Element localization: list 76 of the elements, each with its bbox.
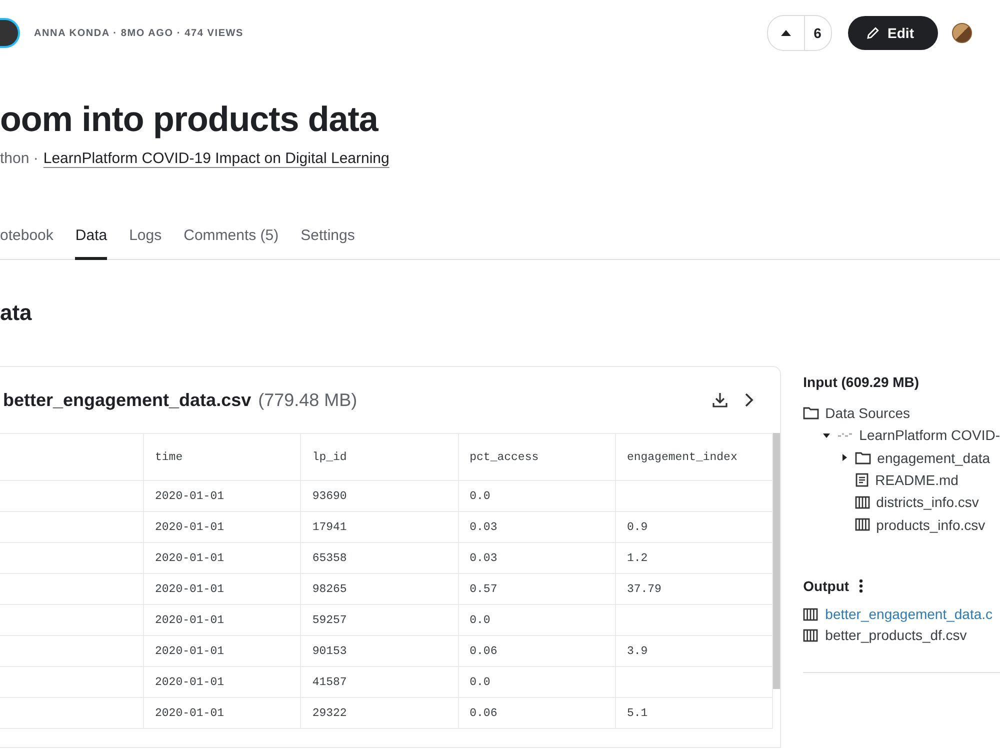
user-avatar[interactable] [952,23,972,43]
tree-item[interactable]: products_info.csv [876,516,986,533]
vote-count: 6 [812,25,822,41]
table-icon [855,496,870,509]
notebook-meta: ANNA KONDA · 8MO AGO · 474 VIEWS [34,28,245,38]
column-header: engagement_index [615,434,773,480]
tab[interactable]: Logs [129,219,162,260]
input-title: Input (609.29 MB) [803,374,920,390]
table-cell: 3.9 [615,636,773,666]
table-cell: 2020-01-01 [144,604,301,636]
file-size: (779.48 MB) [258,390,358,410]
column-header: lp_id [300,434,458,480]
table-cell: 0.57 [458,574,616,604]
table-icon [803,628,818,642]
author-avatar[interactable] [0,18,20,48]
output-file[interactable]: better_products_df.csv [803,624,1000,646]
dataset-link[interactable]: LearnPlatform COVID-19 Impact on Digital Learning [43,150,390,167]
tree-item[interactable]: LearnPlatform COVID- [859,427,1000,444]
caret-icon[interactable] [822,432,830,439]
output-file[interactable]: better_engagement_data.c [803,604,1000,625]
table-cell: 2020-01-01 [144,542,301,574]
notebook-title: oom into products data [0,100,380,140]
more-options-icon[interactable] [859,578,864,593]
tab[interactable]: Settings [300,219,355,260]
chevron-right-icon[interactable] [744,392,754,408]
scrollbar[interactable] [773,433,780,689]
table-cell: 2020-01-01 [144,666,301,698]
table-icon [803,608,818,621]
table-cell: 29322 [300,698,458,728]
pencil-icon [866,26,880,40]
dataset-icon [837,431,854,440]
table-cell: 2020-01-01 [144,512,301,542]
language-label: thon · [0,150,38,167]
tree-item[interactable]: districts_info.csv [876,494,979,510]
table-cell: 98265 [300,574,458,604]
table-cell: 0.0 [458,604,616,636]
table-cell: 0.06 [458,698,616,728]
triangle-up-icon [780,30,791,36]
table-cell: 0.03 [458,512,616,542]
table-cell: 90153 [300,636,458,666]
tab[interactable]: otebook [0,219,54,260]
table-cell: 93690 [300,480,458,512]
document-icon [855,473,870,488]
caret-icon[interactable] [840,454,848,462]
folder-icon [855,450,872,465]
table-cell: 2020-01-01 [144,698,301,728]
table-cell: 0.06 [458,636,616,666]
file-name: better_engagement_data.csv [3,390,252,410]
table-icon [855,518,870,532]
table-cell: 17941 [300,512,458,542]
output-title: Output [803,578,850,594]
column-header: pct_access [458,434,616,480]
section-title: ata [0,300,33,326]
table-cell: 2020-01-01 [144,636,301,666]
tree-item[interactable]: README.md [875,472,958,488]
tree-item[interactable]: Data Sources [825,405,910,422]
tab[interactable]: Data [75,219,108,260]
table-cell: 0.0 [458,666,616,698]
column-header: time [144,434,301,480]
table-cell: 5.1 [615,698,773,728]
download-icon[interactable] [712,392,728,408]
tab[interactable]: Comments (5) [184,219,279,260]
table-cell: 1.2 [615,542,773,574]
table-cell: 37.79 [615,574,773,604]
upvote-button[interactable]: 6 [766,15,832,51]
edit-button[interactable]: Edit [848,16,938,50]
table-cell: 0.0 [458,480,616,512]
table-cell: 41587 [300,666,458,698]
table-cell: 2020-01-01 [144,480,301,512]
table-cell: 0.03 [458,542,616,574]
folder-icon [803,406,820,420]
table-cell: 0.9 [615,512,773,542]
tree-item[interactable]: engagement_data [877,450,990,466]
table-cell: 59257 [300,604,458,636]
table-cell: 65358 [300,542,458,574]
table-cell: 2020-01-01 [144,574,301,604]
